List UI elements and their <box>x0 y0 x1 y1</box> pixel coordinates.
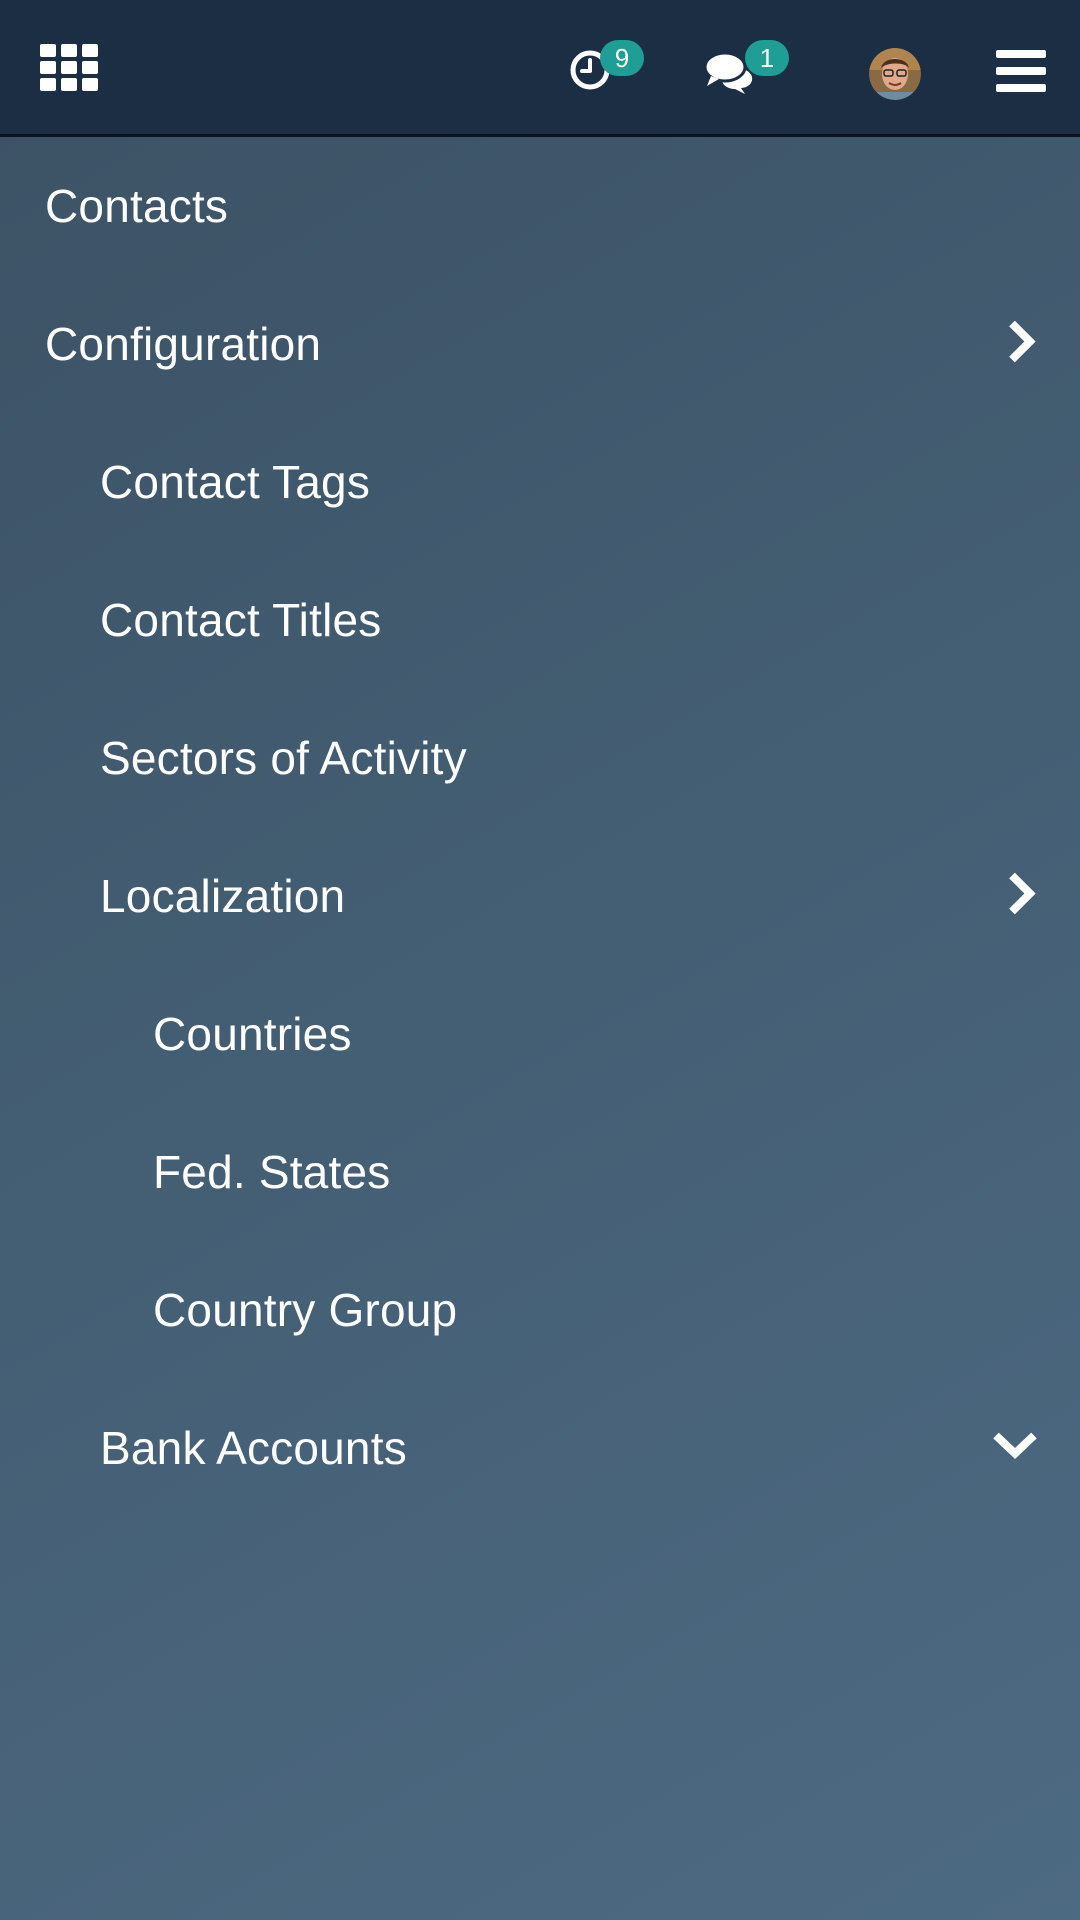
menu-item-label: Fed. States <box>153 1146 391 1198</box>
menu-item-label: Configuration <box>45 318 322 370</box>
user-avatar[interactable] <box>869 48 921 100</box>
menu-item-sectors-of-activity[interactable]: Sectors of Activity <box>0 689 1080 827</box>
menu-item-label: Contact Titles <box>100 594 382 646</box>
menu-item-contacts[interactable]: Contacts <box>0 137 1080 275</box>
menu-item-countries[interactable]: Countries <box>0 965 1080 1103</box>
navigation-menu: Contacts Configuration Contact Tags Cont… <box>0 137 1080 1517</box>
menu-item-localization[interactable]: Localization <box>0 827 1080 965</box>
menu-item-label: Countries <box>153 1008 352 1060</box>
menu-item-label: Sectors of Activity <box>100 732 467 784</box>
messages-count-badge: 1 <box>745 40 789 76</box>
menu-item-configuration[interactable]: Configuration <box>0 275 1080 413</box>
chevron-right-icon <box>1006 320 1038 369</box>
activity-button[interactable]: 9 <box>570 40 660 94</box>
menu-item-country-group[interactable]: Country Group <box>0 1241 1080 1379</box>
menu-item-fed-states[interactable]: Fed. States <box>0 1103 1080 1241</box>
menu-item-bank-accounts[interactable]: Bank Accounts <box>0 1379 1080 1517</box>
menu-item-label: Country Group <box>153 1284 458 1336</box>
apps-grid-icon[interactable] <box>40 44 98 92</box>
top-bar: 9 1 <box>0 0 1080 137</box>
activity-count-badge: 9 <box>600 40 644 76</box>
chevron-down-icon <box>992 1430 1038 1467</box>
messages-button[interactable]: 1 <box>705 40 795 94</box>
menu-item-label: Contacts <box>45 180 229 232</box>
chevron-right-icon <box>1006 872 1038 921</box>
menu-item-label: Bank Accounts <box>100 1422 407 1474</box>
menu-item-label: Contact Tags <box>100 456 371 508</box>
menu-item-label: Localization <box>100 870 346 922</box>
hamburger-icon[interactable] <box>996 50 1046 92</box>
menu-item-contact-titles[interactable]: Contact Titles <box>0 551 1080 689</box>
menu-item-contact-tags[interactable]: Contact Tags <box>0 413 1080 551</box>
